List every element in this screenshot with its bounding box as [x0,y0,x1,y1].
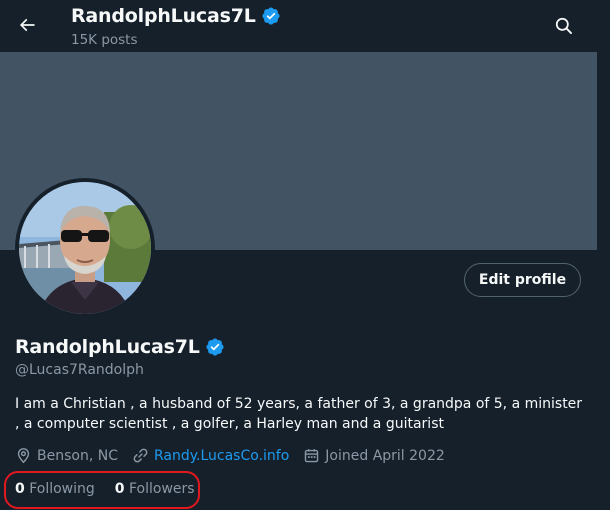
followers-link[interactable]: 0 Followers [115,481,195,497]
followers-count: 0 [114,481,125,497]
following-link[interactable]: 0 Following [15,481,95,497]
header-title: RandolphLucas7L [71,5,281,27]
edit-profile-button[interactable]: Edit profile [464,263,581,297]
profile-bio: I am a Christian , a husband of 52 years… [15,396,583,432]
verified-badge-icon [262,7,280,25]
profile-display-name: RandolphLucas7L [15,336,200,358]
location-text: Benson, NC [37,447,118,464]
profile-name-row: RandolphLucas7L [15,336,225,358]
avatar-photo [19,182,151,314]
joined-item: Joined April 2022 [303,447,445,464]
followers-label: Followers [128,481,195,497]
joined-text: Joined April 2022 [325,447,445,464]
link-icon [133,448,148,463]
follow-stats: 0 Following 0 Followers [15,481,215,497]
profile-meta: Benson, NC Randy.LucasCo.info Joined Apr… [15,447,459,464]
profile-handle: @Lucas7Randolph [15,362,144,378]
search-button[interactable] [546,8,580,42]
post-count: 15K posts [71,32,138,48]
arrow-left-icon [19,18,35,32]
location-item: Benson, NC [15,447,118,464]
back-button[interactable] [10,8,44,42]
website-item: Randy.LucasCo.info [132,447,289,464]
verified-badge-icon[interactable] [205,337,225,357]
following-label: Following [29,481,95,497]
avatar[interactable] [15,178,155,318]
website-link[interactable]: Randy.LucasCo.info [154,448,289,464]
search-icon [555,17,572,34]
scrollbar[interactable] [597,0,610,510]
location-pin-icon [17,448,30,464]
following-count: 0 [15,481,25,497]
calendar-icon [305,449,319,463]
header-display-name: RandolphLucas7L [71,5,256,27]
top-bar: RandolphLucas7L 15K posts [0,0,597,52]
